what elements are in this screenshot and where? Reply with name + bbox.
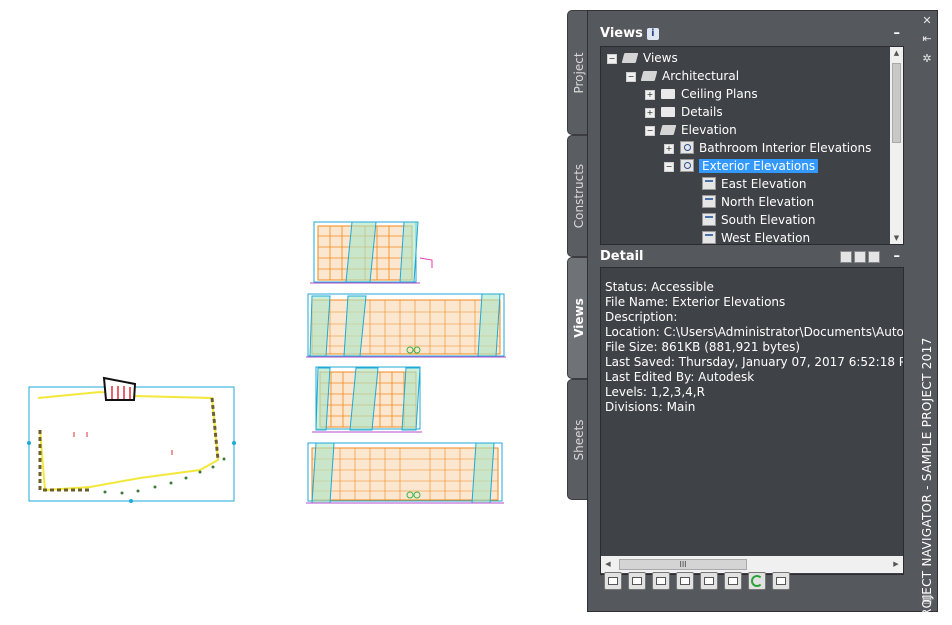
tree-node-views[interactable]: − Views (607, 49, 678, 67)
views-toolbar (600, 571, 800, 595)
floor-plan[interactable] (27, 376, 236, 503)
folder-open-icon (640, 71, 658, 81)
publish-icon[interactable] (772, 572, 790, 590)
palette-properties-icon[interactable]: ▤ (921, 593, 933, 605)
tab-views-label: Views (572, 298, 586, 338)
detail-status: Status: Accessible (605, 280, 714, 294)
folder-open-icon (621, 53, 639, 63)
tree-node-elevation[interactable]: − Elevation (645, 121, 737, 139)
scroll-up-arrow-icon[interactable]: ▲ (890, 47, 903, 59)
detail-location: Location: C:\Users\Administrator\Documen… (605, 325, 904, 339)
detail-divisions: Divisions: Main (605, 400, 696, 414)
collapse-icon[interactable]: − (664, 162, 674, 172)
views-tree-vertical-scrollbar[interactable]: ▲ ▼ (890, 47, 903, 244)
expand-icon[interactable]: + (645, 90, 655, 100)
detail-levels: Levels: 1,2,3,4,R (605, 385, 705, 399)
info-toggle-icon[interactable] (868, 251, 880, 263)
elevation-block-2[interactable] (306, 293, 506, 358)
tree-node-label: Elevation (681, 123, 737, 137)
info-icon[interactable]: i (646, 28, 659, 40)
elevation-block-3[interactable] (312, 366, 422, 433)
elevation-block-1[interactable] (310, 221, 433, 284)
tree-node-south-elevation[interactable]: South Elevation (702, 211, 815, 229)
detail-view-icon[interactable] (840, 251, 852, 263)
folder-open-icon (659, 125, 677, 135)
tree-node-bathroom-interior-elevations[interactable]: + Bathroom Interior Elevations (664, 139, 871, 157)
detail-panel-minimize-button[interactable]: – (894, 247, 901, 267)
scroll-right-arrow-icon[interactable]: ▶ (889, 556, 903, 573)
expand-icon[interactable]: + (664, 144, 674, 154)
detail-description: Description: (605, 310, 678, 324)
tree-node-label: North Elevation (721, 195, 815, 209)
collapse-icon[interactable]: − (607, 54, 617, 64)
clipboard-icon[interactable] (676, 572, 694, 590)
tree-node-label: Views (643, 51, 678, 65)
collapse-icon[interactable]: − (645, 126, 655, 136)
project-navigator-palette: Views i – − Views − Architectural + Ceiling … (587, 10, 919, 612)
elevation-view-icon (702, 213, 716, 226)
tree-node-label: Architectural (662, 69, 740, 83)
detail-last-saved: Last Saved: Thursday, January 07, 2017 6… (605, 355, 904, 369)
palette-title: PROJECT NAVIGATOR - SAMPLE PROJECT 2017 (920, 337, 934, 625)
collapse-icon[interactable]: − (626, 72, 636, 82)
tree-node-ceiling-plans[interactable]: + Ceiling Plans (645, 85, 758, 103)
drawing-canvas[interactable] (0, 0, 565, 623)
elevation-view-icon (702, 177, 716, 190)
tree-node-east-elevation[interactable]: East Elevation (702, 175, 806, 193)
scrollbar-thumb[interactable]: III (619, 559, 747, 570)
tree-node-label: West Elevation (721, 231, 811, 245)
scrollbar-thumb[interactable] (892, 63, 901, 143)
preview-icon[interactable] (854, 251, 866, 263)
tab-project-label: Project (572, 51, 586, 94)
folder-icon (661, 107, 675, 117)
views-panel-title: Views (600, 26, 643, 41)
views-panel-header: Views i – (600, 24, 902, 44)
expand-icon[interactable]: + (645, 108, 655, 118)
elevation-block-4[interactable] (306, 442, 504, 504)
views-tree[interactable]: − Views − Architectural + Ceiling Plans + De… (600, 46, 904, 245)
tree-node-label-selected: Exterior Elevations (699, 159, 819, 173)
folder-icon (661, 89, 675, 99)
properties-icon[interactable] (724, 572, 742, 590)
detail-file-size: File Size: 861KB (881,921 bytes) (605, 340, 801, 354)
tree-node-details[interactable]: + Details (645, 103, 723, 121)
tree-node-label: Bathroom Interior Elevations (699, 141, 872, 155)
section-view-icon (680, 159, 694, 172)
refresh-icon[interactable] (748, 572, 766, 590)
regenerate-icon[interactable] (652, 572, 670, 590)
elevation-view-icon (702, 231, 716, 244)
navigator-side-tabs: Project Constructs Views Sheets (567, 10, 590, 500)
views-panel-minimize-button[interactable]: – (894, 24, 901, 44)
detail-last-edited-by: Last Edited By: Autodesk (605, 370, 755, 384)
edit-view-icon[interactable] (628, 572, 646, 590)
palette-title-strip[interactable]: ✕ ⇤ ✲ PROJECT NAVIGATOR - SAMPLE PROJECT… (917, 10, 938, 625)
repath-icon[interactable] (700, 572, 718, 590)
tab-sheets-label: Sheets (572, 419, 586, 460)
tree-node-west-elevation[interactable]: West Elevation (702, 229, 811, 245)
tree-node-architectural[interactable]: − Architectural (626, 67, 739, 85)
tree-node-label: East Elevation (721, 177, 807, 191)
tree-node-label: South Elevation (721, 213, 816, 227)
tree-node-label: Ceiling Plans (681, 87, 758, 101)
detail-panel-title: Detail (600, 249, 644, 264)
auto-hide-icon[interactable]: ⇤ (921, 33, 933, 45)
detail-file-name: File Name: Exterior Elevations (605, 295, 786, 309)
add-view-icon[interactable] (604, 572, 622, 590)
detail-panel-header: Detail – (600, 247, 902, 267)
tree-node-label: Details (681, 105, 723, 119)
scroll-down-arrow-icon[interactable]: ▼ (890, 232, 903, 244)
detail-content: Status: Accessible File Name: Exterior E… (600, 267, 904, 575)
tab-constructs-label: Constructs (572, 163, 586, 229)
section-view-icon (680, 141, 694, 154)
tree-node-north-elevation[interactable]: North Elevation (702, 193, 814, 211)
gear-icon[interactable]: ✲ (921, 53, 933, 65)
tree-node-exterior-elevations[interactable]: − Exterior Elevations (664, 157, 819, 175)
elevation-view-icon (702, 195, 716, 208)
close-icon[interactable]: ✕ (921, 15, 933, 27)
